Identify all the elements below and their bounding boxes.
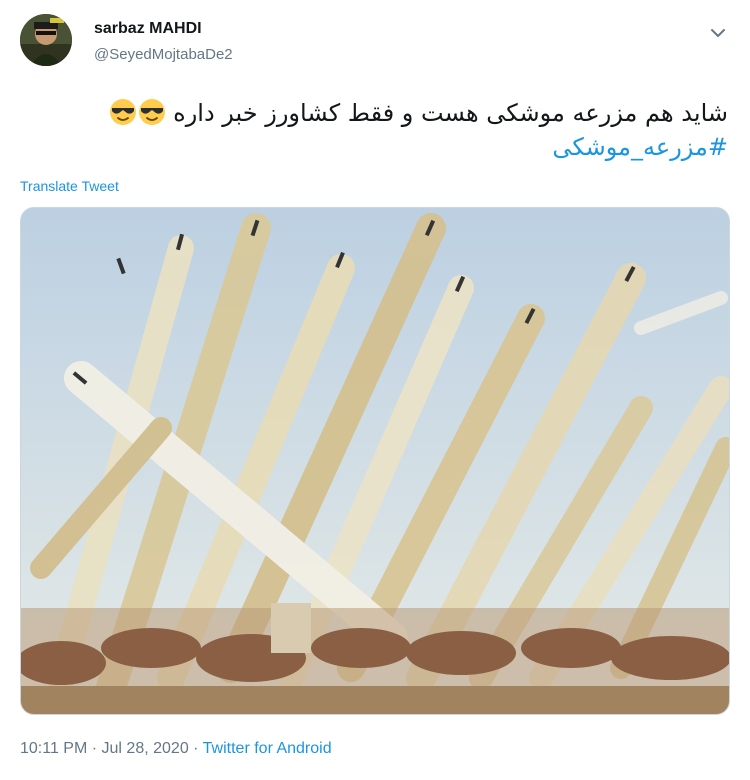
avatar-image — [20, 14, 72, 66]
tweet-card: sarbaz MAHDI @SeyedMojtabaDe2 شاید هم مز… — [0, 0, 750, 780]
user-handle[interactable]: @SeyedMojtabaDe2 — [94, 46, 233, 63]
tweet-time[interactable]: 10:11 PM — [20, 740, 87, 757]
tweet-text: شاید هم مزرعه موشکی هست و فقط کشاورز خبر… — [28, 96, 728, 164]
meta-separator: · — [193, 740, 199, 757]
tweet-photo[interactable] — [20, 207, 730, 715]
chevron-down-icon[interactable] — [707, 22, 729, 44]
hashtag-link[interactable]: #مزرعه_موشکی — [552, 133, 728, 161]
tweet-line-2: #مزرعه_موشکی — [28, 130, 728, 164]
smiling-face-with-sunglasses-icon — [138, 99, 165, 125]
tweet-meta: 10:11 PM · Jul 28, 2020 · Twitter for An… — [20, 740, 332, 758]
tweet-date[interactable]: Jul 28, 2020 — [102, 740, 189, 757]
tweet-source-link[interactable]: Twitter for Android — [203, 740, 332, 757]
tweet-line-1: شاید هم مزرعه موشکی هست و فقط کشاورز خبر… — [28, 96, 728, 130]
missile-launch-image — [21, 208, 729, 714]
meta-separator: · — [91, 740, 98, 757]
tweet-body-text: شاید هم مزرعه موشکی هست و فقط کشاورز خبر… — [173, 99, 728, 127]
display-name[interactable]: sarbaz MAHDI — [94, 20, 202, 38]
translate-tweet-link[interactable]: Translate Tweet — [20, 178, 119, 194]
avatar[interactable] — [20, 14, 72, 66]
smiling-face-with-sunglasses-icon — [109, 99, 136, 125]
